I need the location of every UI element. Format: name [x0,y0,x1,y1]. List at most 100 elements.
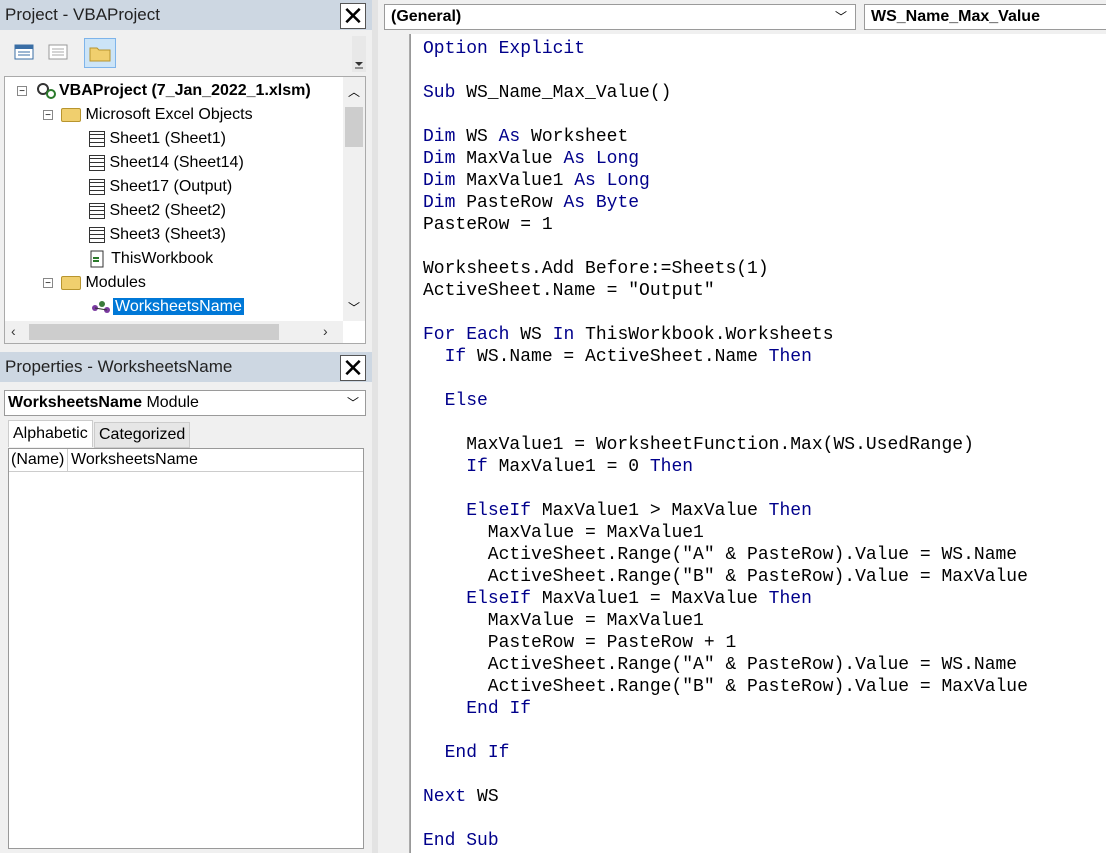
code-line[interactable]: Dim PasteRow As Byte [423,192,639,214]
code-line[interactable]: ActiveSheet.Name = "Output" [423,280,715,302]
scroll-left-icon[interactable]: ‹ [11,323,16,339]
tree-folder-objects[interactable]: Microsoft Excel Objects [61,103,253,127]
view-code-button[interactable] [46,42,72,64]
tree-sheet-3[interactable]: Sheet3 (Sheet3) [89,223,226,247]
code-line[interactable]: Sub WS_Name_Max_Value() [423,82,671,104]
scroll-up-icon[interactable]: ︿ [348,83,360,100]
view-code-icon [48,44,68,60]
tree-root-label: VBAProject (7_Jan_2022_1.xlsm) [59,82,311,99]
properties-pane-title: Properties - WorksheetsName [0,352,372,382]
code-line[interactable]: If MaxValue1 = 0 Then [423,456,693,478]
code-line[interactable]: Else [423,390,488,412]
tree-folder-modules-label: Modules [85,274,146,291]
code-line[interactable]: End If [423,698,531,720]
sheet-icon [89,154,105,171]
tree-folder-objects-label: Microsoft Excel Objects [85,106,253,123]
code-line[interactable]: ElseIf MaxValue1 > MaxValue Then [423,500,812,522]
workbook-icon [90,250,104,268]
property-name: (Name) [11,451,65,468]
project-close-button[interactable]: ✕ [340,3,366,29]
code-line[interactable]: Option Explicit [423,38,585,60]
procedure-combo-value: WS_Name_Max_Value [871,8,1040,25]
root-expander[interactable]: − [17,86,27,97]
code-line[interactable]: Dim WS As Worksheet [423,126,628,148]
chevron-down-icon: ﹀ [834,10,847,24]
module-icon [92,300,110,313]
object-combo-value: (General) [391,8,462,25]
code-line[interactable]: For Each WS In ThisWorkbook.Worksheets [423,324,834,346]
folder-icon [61,275,81,290]
code-line[interactable]: Dim MaxValue1 As Long [423,170,650,192]
procedure-combo[interactable]: WS_Name_Max_Value [864,4,1106,30]
tree-module-worksheetsname[interactable]: WorksheetsName [89,295,244,319]
object-combo[interactable]: (General) ﹀ [384,4,856,30]
tree-folder-modules[interactable]: Modules [61,271,146,295]
tree-sheet-label: Sheet17 (Output) [109,178,233,195]
tree-hscroll[interactable]: ‹ › [5,321,343,343]
code-line[interactable]: If WS.Name = ActiveSheet.Name Then [423,346,812,368]
code-line[interactable]: PasteRow = PasteRow + 1 [423,632,736,654]
tab-categorized[interactable]: Categorized [94,422,191,448]
tree-sheet-label: Sheet1 (Sheet1) [109,130,226,147]
vbaproject-icon [37,82,56,99]
scroll-right-icon[interactable]: › [323,323,328,339]
code-header: (General) ﹀ WS_Name_Max_Value [378,0,1106,34]
project-toolbar [4,36,366,72]
tree-sheet-14[interactable]: Sheet14 (Sheet14) [89,151,244,175]
code-line[interactable]: ActiveSheet.Range("A" & PasteRow).Value … [423,654,1017,676]
hscroll-thumb[interactable] [29,324,279,340]
code-line[interactable]: Worksheets.Add Before:=Sheets(1) [423,258,769,280]
code-margin[interactable] [378,34,410,853]
tree-sheet-2[interactable]: Sheet2 (Sheet2) [89,199,226,223]
code-line[interactable]: ActiveSheet.Range("A" & PasteRow).Value … [423,544,1017,566]
object-select-type: Module [146,394,199,411]
code-line[interactable]: Dim MaxValue As Long [423,148,639,170]
chevron-down-icon: ﹀ [346,396,359,410]
property-divider [67,449,68,471]
tree-sheet-1[interactable]: Sheet1 (Sheet1) [89,127,226,151]
code-line[interactable]: End If [423,742,510,764]
code-line[interactable]: ElseIf MaxValue1 = MaxValue Then [423,588,812,610]
properties-grid: (Name) WorksheetsName [8,448,364,849]
properties-close-button[interactable]: ✕ [340,355,366,381]
code-line[interactable]: ActiveSheet.Range("B" & PasteRow).Value … [423,676,1028,698]
code-line[interactable]: MaxValue = MaxValue1 [423,522,704,544]
tree-sheet-17[interactable]: Sheet17 (Output) [89,175,232,199]
code-line[interactable]: ActiveSheet.Range("B" & PasteRow).Value … [423,566,1028,588]
tab-alphabetic[interactable]: Alphabetic [8,420,93,447]
code-line[interactable]: PasteRow = 1 [423,214,553,236]
code-editor[interactable]: Option Explicit Sub WS_Name_Max_Value() Di… [410,34,1106,853]
tree-thisworkbook-label: ThisWorkbook [111,250,214,267]
object-select-name: WorksheetsName [8,394,142,411]
chevron-down-icon [355,62,363,69]
properties-pane: Properties - WorksheetsName ✕ Worksheets… [0,352,372,853]
tree-root[interactable]: VBAProject (7_Jan_2022_1.xlsm) [35,79,311,103]
objects-expander[interactable]: − [43,110,53,121]
tree-sheet-label: Sheet3 (Sheet3) [109,226,226,243]
property-row[interactable]: (Name) WorksheetsName [9,449,363,472]
object-select[interactable]: WorksheetsName Module ﹀ [4,390,366,416]
code-line[interactable]: End Sub [423,830,499,852]
tree-module-label: WorksheetsName [113,298,244,315]
tree-vscroll[interactable]: ︿ ﹀ [343,77,365,321]
view-object-button[interactable] [12,42,38,64]
sheet-icon [89,202,105,219]
tree-thisworkbook[interactable]: ThisWorkbook [89,247,213,271]
modules-expander[interactable]: − [43,278,53,289]
sheet-icon [89,226,105,243]
folder-icon [89,47,111,62]
vscroll-thumb[interactable] [345,107,363,147]
toggle-folders-button[interactable] [84,38,116,68]
project-pane: Project - VBAProject ✕ − VBAProject (7_J… [0,0,372,348]
tree-sheet-label: Sheet14 (Sheet14) [109,154,244,171]
project-pane-title: Project - VBAProject [0,0,372,30]
sheet-icon [89,178,105,195]
sheet-icon [89,130,105,147]
scroll-down-icon[interactable]: ﹀ [348,299,360,316]
project-tree: − VBAProject (7_Jan_2022_1.xlsm) − Micro… [4,76,366,344]
code-line[interactable]: MaxValue = MaxValue1 [423,610,704,632]
code-line[interactable]: Next WS [423,786,499,808]
property-value[interactable]: WorksheetsName [71,449,198,471]
toolbar-overflow[interactable] [352,36,366,72]
code-line[interactable]: MaxValue1 = WorksheetFunction.Max(WS.Use… [423,434,974,456]
